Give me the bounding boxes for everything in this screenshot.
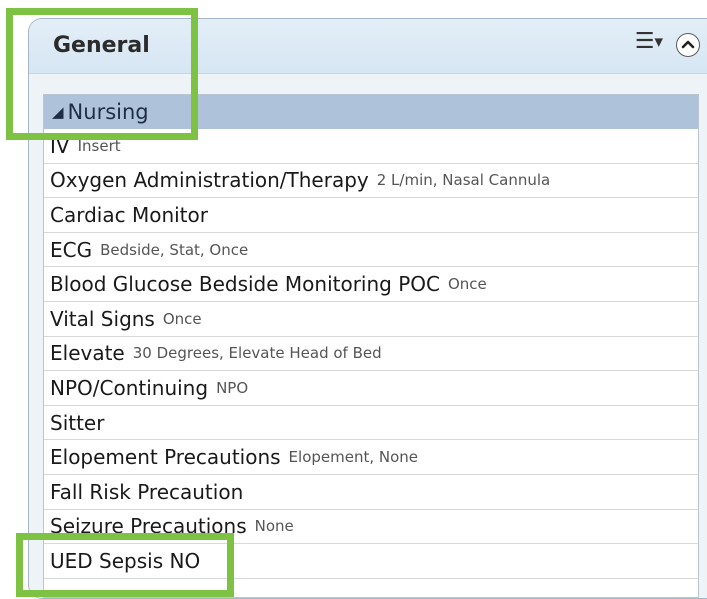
order-row[interactable]: IV Insert bbox=[44, 129, 698, 164]
order-title: Oxygen Administration/Therapy bbox=[50, 168, 369, 193]
order-row[interactable]: Elopement Precautions Elopement, None bbox=[44, 440, 698, 475]
order-row[interactable]: Blood Glucose Bedside Monitoring POC Once bbox=[44, 267, 698, 302]
order-detail: Elopement, None bbox=[288, 448, 419, 467]
order-title: Elopement Precautions bbox=[50, 445, 281, 470]
order-row[interactable]: Vital Signs Once bbox=[44, 302, 698, 337]
order-title: UED Sepsis NO bbox=[50, 548, 201, 573]
caret-down-icon: ▼ bbox=[654, 35, 663, 49]
order-title: Fall Risk Precaution bbox=[50, 479, 244, 504]
group-label: Nursing bbox=[67, 100, 149, 124]
panel-header: General ☰▼ bbox=[29, 19, 707, 74]
order-row[interactable]: NPO/Continuing NPO bbox=[44, 371, 698, 406]
chevron-up-icon bbox=[681, 40, 695, 49]
order-title: Sitter bbox=[50, 410, 105, 435]
order-detail: NPO bbox=[216, 378, 249, 397]
triangle-expanded-icon[interactable]: ◢ bbox=[52, 103, 64, 121]
order-title: Vital Signs bbox=[50, 306, 155, 331]
general-panel: General ☰▼ ◢ Nursing IV Insert Oxygen Admi… bbox=[28, 18, 707, 599]
order-row[interactable]: Cardiac Monitor bbox=[44, 198, 698, 233]
order-row[interactable]: Elevate 30 Degrees, Elevate Head of Bed bbox=[44, 337, 698, 372]
order-title: Cardiac Monitor bbox=[50, 202, 208, 227]
order-row[interactable]: Fall Risk Precaution bbox=[44, 475, 698, 510]
order-row[interactable]: Seizure Precautions None bbox=[44, 510, 698, 545]
collapse-up-icon[interactable] bbox=[676, 33, 700, 57]
order-title: NPO/Continuing bbox=[50, 375, 209, 400]
order-row[interactable]: UED Sepsis NO bbox=[44, 544, 698, 579]
order-title: Elevate bbox=[50, 341, 125, 366]
group-header-nursing[interactable]: ◢ Nursing bbox=[44, 95, 698, 129]
order-title: Blood Glucose Bedside Monitoring POC bbox=[50, 272, 440, 297]
order-detail: Once bbox=[162, 309, 202, 328]
order-detail: None bbox=[254, 517, 294, 536]
order-title: IV bbox=[50, 133, 70, 158]
order-title: Seizure Precautions bbox=[50, 514, 247, 539]
order-row[interactable]: Oxygen Administration/Therapy 2 L/min, Na… bbox=[44, 164, 698, 199]
order-detail: 2 L/min, Nasal Cannula bbox=[376, 171, 551, 190]
order-title: ECG bbox=[50, 237, 93, 262]
hamburger-menu-icon[interactable]: ☰▼ bbox=[635, 31, 663, 53]
panel-title: General bbox=[53, 33, 150, 58]
order-row[interactable]: Sitter bbox=[44, 406, 698, 441]
order-detail: Insert bbox=[77, 136, 121, 155]
order-detail: 30 Degrees, Elevate Head of Bed bbox=[132, 344, 382, 363]
order-detail: Once bbox=[447, 275, 487, 294]
orders-list: ◢ Nursing IV Insert Oxygen Administration/… bbox=[43, 94, 699, 598]
order-detail: Bedside, Stat, Once bbox=[100, 240, 249, 259]
order-row[interactable]: ECG Bedside, Stat, Once bbox=[44, 233, 698, 268]
